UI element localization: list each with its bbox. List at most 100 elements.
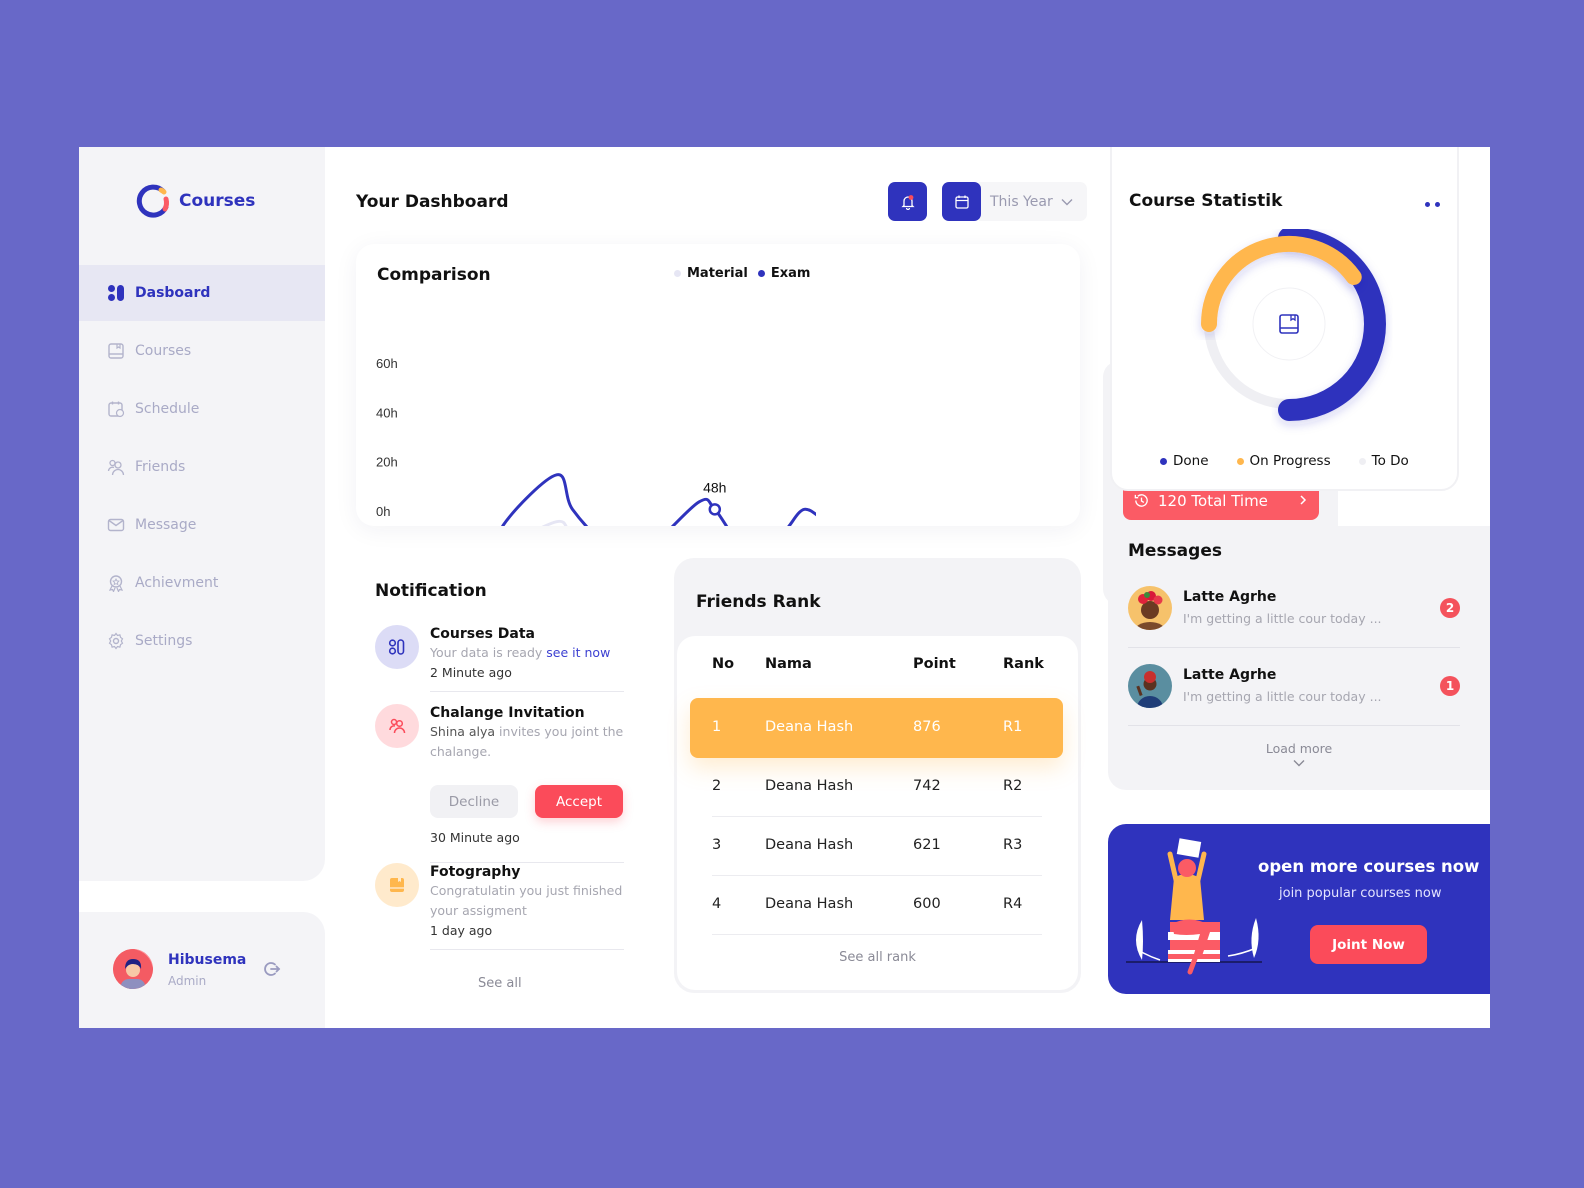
y-tick-label: 40h	[376, 405, 398, 420]
accept-button[interactable]: Accept	[535, 785, 623, 818]
column-header: Rank	[1003, 656, 1044, 672]
sidebar-item-label: Schedule	[135, 401, 200, 417]
calendar-button[interactable]	[942, 182, 981, 221]
page-title: Your Dashboard	[356, 192, 509, 212]
cell-name: Deana Hash	[765, 778, 854, 794]
grid-icon	[388, 639, 405, 655]
sidebar-item-message[interactable]: Message	[79, 497, 325, 553]
table-header: No Nama Point Rank	[677, 656, 1078, 676]
message-item[interactable]: Latte Agrhe I'm getting a little cour to…	[1128, 664, 1460, 726]
y-axis: 60h 40h 20h 0h	[376, 356, 398, 519]
summary-item-label: 120 Total Time	[1158, 491, 1268, 510]
cell-name: Deana Hash	[765, 896, 854, 912]
sidebar-item-label: Achievment	[135, 575, 219, 591]
sidebar-item-dashboard[interactable]: Dasboard	[79, 265, 325, 321]
dashboard-window: Courses Dasboard Courses Schedule Friend…	[79, 147, 1490, 1028]
notification-time: 2 Minute ago	[430, 665, 512, 680]
highlight-label: 48h	[703, 479, 726, 495]
notification-text: Shina alya invites you joint the chalang…	[430, 722, 625, 762]
comparison-line-chart[interactable]: 60h40h20h0h MarAprMeyJunJulAugSepOct 48h	[356, 244, 816, 526]
sidebar-nav: Dasboard Courses Schedule Friends Messag…	[79, 265, 325, 671]
legend-dot	[1160, 457, 1167, 465]
avatar[interactable]	[113, 949, 153, 989]
notification-body: Fotography Congratulatin you just finish…	[430, 863, 625, 950]
cell-point: 600	[913, 896, 941, 912]
sidebar-item-courses[interactable]: Courses	[79, 323, 325, 379]
comparison-card: Comparison Material Exam 60h40h20h0h Mar…	[356, 244, 1338, 605]
sidebar-item-label: Dasboard	[135, 285, 211, 301]
message-item[interactable]: Latte Agrhe I'm getting a little cour to…	[1128, 586, 1460, 648]
see-all-notifications-link[interactable]: See all	[478, 976, 522, 991]
messages-title: Messages	[1128, 541, 1222, 561]
sidebar-item-settings[interactable]: Settings	[79, 613, 325, 669]
messages-card: Messages Latte Agrhe I'm getting a littl…	[1108, 526, 1490, 790]
promo-banner: open more courses now join popular cours…	[1108, 824, 1490, 994]
message-sender: Latte Agrhe	[1183, 589, 1277, 605]
donut-legend: Done On Progress To Do	[1160, 453, 1409, 469]
see-it-now-link[interactable]: see it now	[546, 645, 610, 660]
sidebar-item-label: Courses	[135, 343, 192, 359]
decline-button[interactable]: Decline	[430, 785, 518, 818]
divider	[430, 949, 624, 950]
period-select[interactable]: This Year	[979, 182, 1087, 221]
friends-rank-title: Friends Rank	[696, 592, 821, 612]
load-more-button[interactable]: Load more	[1108, 741, 1490, 756]
notification-time: 30 Minute ago	[430, 830, 520, 845]
y-tick-label: 60h	[376, 356, 398, 371]
message-preview: I'm getting a little cour today ...	[1183, 611, 1382, 626]
dashboard-icon	[108, 285, 124, 301]
promo-heading: open more courses now	[1258, 857, 1480, 876]
legend-label: Done	[1173, 453, 1209, 469]
notification-button[interactable]	[888, 182, 927, 221]
bell-icon	[900, 194, 915, 210]
friends-rank-table: No Nama Point Rank 1 Deana Hash 876 R1 2…	[677, 636, 1078, 990]
divider	[712, 934, 1042, 935]
table-row[interactable]: 3 Deana Hash 621 R3	[677, 837, 1078, 857]
material-series-line	[541, 519, 568, 526]
chevron-down-icon	[1061, 198, 1073, 205]
avatar-photo-icon	[1128, 664, 1172, 708]
unread-badge: 2	[1440, 598, 1460, 618]
table-row[interactable]: 2 Deana Hash 742 R2	[677, 778, 1078, 798]
cell-name: Deana Hash	[765, 719, 854, 735]
chevron-right-icon	[1300, 495, 1307, 505]
users-icon	[107, 459, 125, 476]
legend-done[interactable]: Done	[1160, 453, 1209, 469]
divider	[712, 816, 1042, 817]
column-header: Nama	[765, 656, 812, 672]
logout-icon[interactable]	[263, 960, 281, 978]
avatar	[1128, 664, 1172, 708]
statistik-more-button[interactable]	[1425, 202, 1440, 207]
calendar-icon	[954, 195, 969, 209]
table-row[interactable]: 4 Deana Hash 600 R4	[677, 896, 1078, 916]
table-row[interactable]: 1 Deana Hash 876 R1	[677, 719, 1078, 739]
notification-icon-badge	[375, 863, 419, 907]
cell-rank: R4	[1003, 896, 1023, 912]
calendar-clock-icon	[108, 401, 125, 418]
exam-series-line	[501, 473, 816, 526]
cell-no: 4	[712, 896, 722, 912]
cell-point: 742	[913, 778, 941, 794]
sidebar-item-achievment[interactable]: Achievment	[79, 555, 325, 611]
legend-to-do[interactable]: To Do	[1358, 453, 1409, 469]
ring-logo-icon	[136, 184, 169, 218]
notification-item[interactable]: Courses Data Your data is ready see it n…	[375, 625, 635, 695]
donut-center	[1252, 287, 1326, 361]
course-donut-chart[interactable]	[1164, 229, 1414, 459]
cell-name: Deana Hash	[765, 837, 854, 853]
notification-text: Your data is ready see it now	[430, 643, 625, 663]
legend-on-progress[interactable]: On Progress	[1236, 453, 1331, 469]
chevron-down-icon[interactable]	[1293, 759, 1305, 767]
notification-item[interactable]: Fotography Congratulatin you just finish…	[375, 863, 635, 958]
sidebar-item-schedule[interactable]: Schedule	[79, 381, 325, 437]
brand-logo[interactable]: Courses	[135, 183, 255, 219]
highlight-point[interactable]	[708, 503, 722, 516]
see-all-rank-link[interactable]: See all rank	[677, 950, 1078, 965]
divider	[430, 691, 624, 692]
cell-point: 876	[913, 719, 941, 735]
mail-icon	[107, 518, 125, 532]
cell-rank: R2	[1003, 778, 1023, 794]
sidebar-item-friends[interactable]: Friends	[79, 439, 325, 495]
join-now-button[interactable]: Joint Now	[1310, 925, 1427, 964]
legend-label: On Progress	[1249, 453, 1331, 469]
